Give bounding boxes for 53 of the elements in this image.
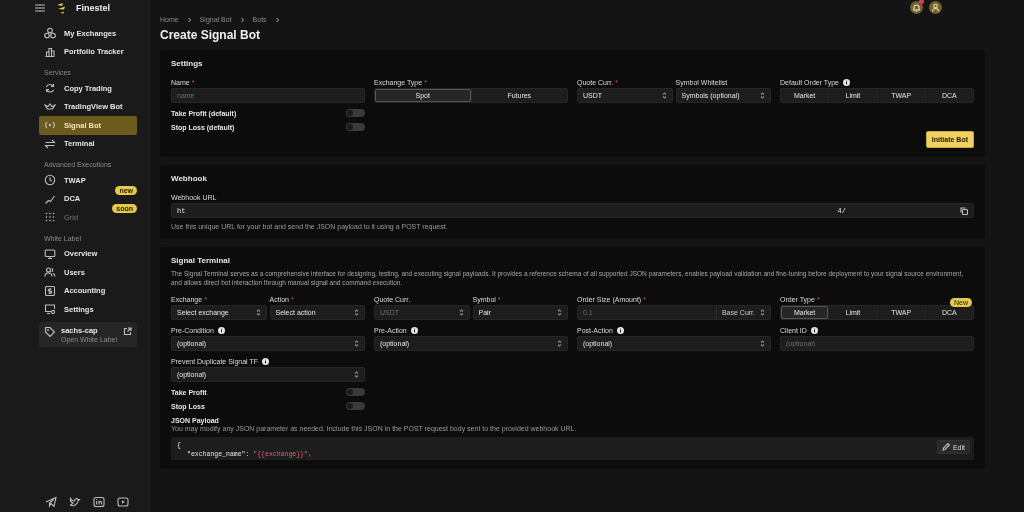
user-icon <box>931 3 940 12</box>
bird-icon[interactable] <box>69 496 81 508</box>
monitor-icon <box>44 247 56 260</box>
toggle-switch[interactable] <box>346 388 365 396</box>
bell-icon <box>912 3 921 12</box>
page-title: Create Signal Bot <box>160 28 262 42</box>
info-icon <box>810 327 818 334</box>
sort-icon <box>354 371 359 378</box>
sort-icon <box>557 340 562 347</box>
info-icon <box>616 327 624 334</box>
info-icon <box>410 327 418 334</box>
dollar-icon <box>44 284 56 297</box>
sort-icon <box>661 92 667 99</box>
chevron-icon <box>239 16 245 23</box>
pencil-icon <box>941 443 950 451</box>
toggle-switch[interactable] <box>346 402 365 410</box>
sort-icon <box>255 309 261 316</box>
chevron-icon <box>186 16 192 23</box>
card-title: Settings <box>171 59 204 68</box>
sort-icon <box>760 309 765 316</box>
users-icon <box>44 266 56 279</box>
arrows-icon <box>44 137 56 150</box>
notification-button[interactable] <box>910 1 923 14</box>
menu-icon[interactable] <box>34 3 46 13</box>
toggle-switch[interactable] <box>346 123 365 131</box>
sort-icon <box>354 340 359 347</box>
sort-icon <box>458 309 464 316</box>
play-icon[interactable] <box>117 496 129 508</box>
sort-icon <box>760 340 765 347</box>
tag-icon <box>44 325 56 338</box>
external-link-icon <box>123 326 132 336</box>
profile-button[interactable] <box>929 1 942 14</box>
refresh-icon <box>44 82 56 95</box>
chevron-icon <box>274 16 280 23</box>
info-icon <box>262 358 270 365</box>
info-icon <box>217 327 225 334</box>
grid-icon <box>44 211 56 224</box>
copy-icon <box>960 206 968 215</box>
app-name: Finestel <box>76 3 110 13</box>
sort-icon <box>760 92 765 99</box>
in-icon[interactable] <box>93 496 105 508</box>
nodes-icon <box>44 27 56 40</box>
card-title: Signal Terminal <box>171 256 231 265</box>
bar-chart-icon <box>44 45 56 58</box>
toggle-switch[interactable] <box>346 109 365 117</box>
info-icon <box>843 79 850 86</box>
clock-icon <box>44 174 56 187</box>
notification-dot <box>919 0 924 4</box>
sort-icon <box>354 309 359 316</box>
monitor-gear-icon <box>44 303 56 316</box>
sort-icon <box>557 309 562 316</box>
card-title: Webhook <box>171 174 208 183</box>
send-icon[interactable] <box>45 496 57 508</box>
